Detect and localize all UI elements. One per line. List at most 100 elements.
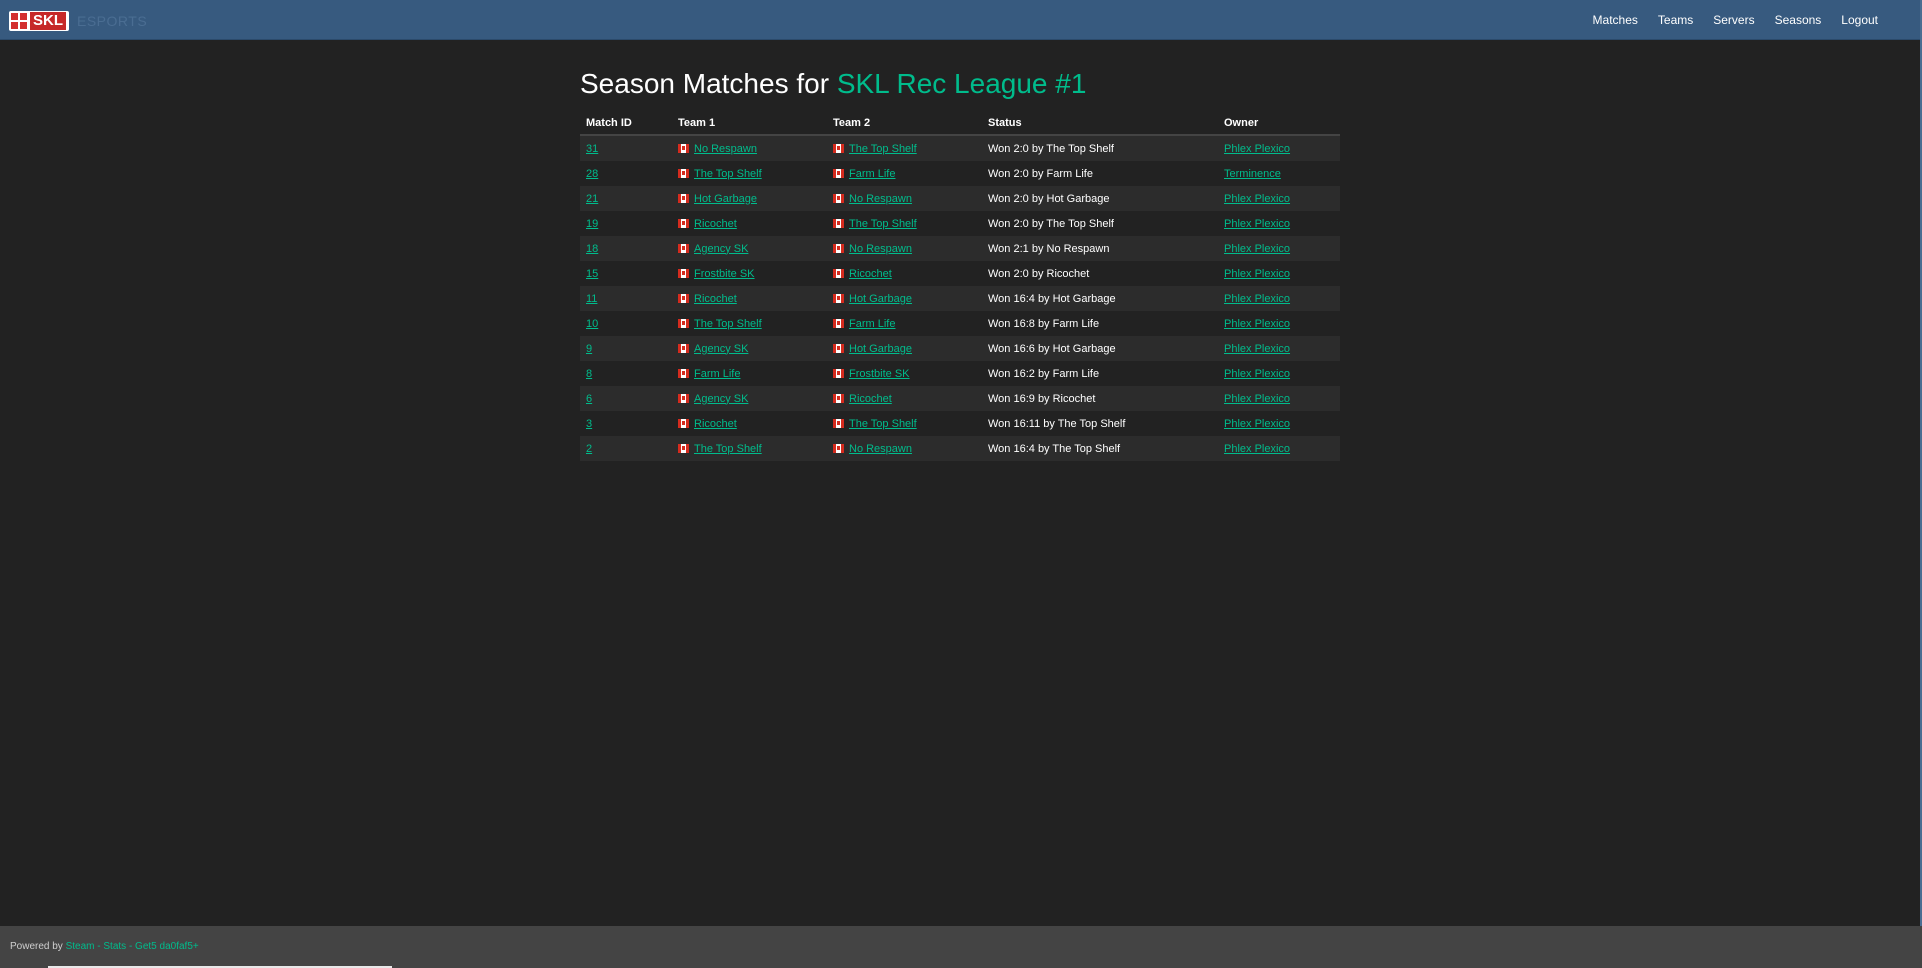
team1-cell: No Respawn [672,135,827,161]
team2-cell: Ricochet [827,261,982,286]
match-id-link[interactable]: 28 [586,168,598,180]
team1-link[interactable]: The Top Shelf [694,318,762,330]
team2-link[interactable]: The Top Shelf [849,218,917,230]
canada-flag-icon [833,343,844,353]
team2-cell: Frostbite SK [827,361,982,386]
table-row: 19 Ricochet The Top Shelf Won 2:0 by The To… [580,211,1340,236]
team2-link[interactable]: No Respawn [849,443,912,455]
nav-servers[interactable]: Servers [1703,0,1764,40]
header-status: Status [982,112,1218,136]
team2-cell: Ricochet [827,386,982,411]
team2-link[interactable]: The Top Shelf [849,418,917,430]
match-id-link[interactable]: 18 [586,243,598,255]
owner-link[interactable]: Terminence [1224,168,1281,180]
team2-link[interactable]: Hot Garbage [849,293,912,305]
team2-cell: The Top Shelf [827,411,982,436]
team2-link[interactable]: Hot Garbage [849,343,912,355]
canada-flag-icon [678,343,689,353]
page-title-prefix: Season Matches for [580,68,830,99]
match-id-cell: 3 [580,411,672,436]
owner-link[interactable]: Phlex Plexico [1224,143,1290,155]
team2-cell: Hot Garbage [827,336,982,361]
owner-link[interactable]: Phlex Plexico [1224,318,1290,330]
match-id-link[interactable]: 6 [586,393,592,405]
owner-link[interactable]: Phlex Plexico [1224,418,1290,430]
team1-link[interactable]: Agency SK [694,243,748,255]
owner-link[interactable]: Phlex Plexico [1224,343,1290,355]
owner-link[interactable]: Phlex Plexico [1224,393,1290,405]
team2-cell: The Top Shelf [827,135,982,161]
canada-flag-icon [678,193,689,203]
footer-link[interactable]: Steam - Stats - Get5 da0faf5+ [66,941,199,952]
team1-link[interactable]: The Top Shelf [694,443,762,455]
status-cell: Won 16:11 by The Top Shelf [982,411,1218,436]
team1-link[interactable]: Ricochet [694,293,737,305]
match-id-link[interactable]: 15 [586,268,598,280]
team1-link[interactable]: Frostbite SK [694,268,755,280]
match-id-link[interactable]: 8 [586,368,592,380]
match-id-link[interactable]: 21 [586,193,598,205]
owner-link[interactable]: Phlex Plexico [1224,368,1290,380]
team1-cell: Agency SK [672,336,827,361]
canada-flag-icon [678,318,689,328]
team2-link[interactable]: Frostbite SK [849,368,910,380]
canada-flag-icon [678,143,689,153]
match-id-link[interactable]: 3 [586,418,592,430]
match-id-link[interactable]: 9 [586,343,592,355]
team1-cell: Ricochet [672,211,827,236]
canada-flag-icon [678,168,689,178]
nav-teams[interactable]: Teams [1648,0,1703,40]
match-id-link[interactable]: 31 [586,143,598,155]
match-id-link[interactable]: 2 [586,443,592,455]
team2-link[interactable]: Ricochet [849,393,892,405]
table-row: 8 Farm Life Frostbite SK Won 16:2 by Farm L… [580,361,1340,386]
match-id-link[interactable]: 11 [586,293,597,305]
team2-cell: No Respawn [827,236,982,261]
match-id-link[interactable]: 19 [586,218,598,230]
team1-cell: The Top Shelf [672,436,827,461]
team1-link[interactable]: No Respawn [694,143,757,155]
owner-link[interactable]: Phlex Plexico [1224,443,1290,455]
table-row: 9 Agency SK Hot Garbage Won 16:6 by Hot Gar… [580,336,1340,361]
canada-flag-icon [833,243,844,253]
owner-link[interactable]: Phlex Plexico [1224,293,1290,305]
team2-cell: Hot Garbage [827,286,982,311]
match-id-cell: 31 [580,135,672,161]
footer-prefix: Powered by [10,941,63,952]
team1-link[interactable]: Hot Garbage [694,193,757,205]
team1-link[interactable]: Agency SK [694,343,748,355]
owner-link[interactable]: Phlex Plexico [1224,193,1290,205]
team2-link[interactable]: No Respawn [849,193,912,205]
match-id-cell: 10 [580,311,672,336]
header-team2: Team 2 [827,112,982,136]
team1-cell: Ricochet [672,411,827,436]
team2-link[interactable]: Farm Life [849,318,895,330]
status-cell: Won 16:4 by The Top Shelf [982,436,1218,461]
owner-link[interactable]: Phlex Plexico [1224,218,1290,230]
team1-cell: Farm Life [672,361,827,386]
match-id-cell: 15 [580,261,672,286]
team1-link[interactable]: Agency SK [694,393,748,405]
team2-link[interactable]: Farm Life [849,168,895,180]
owner-link[interactable]: Phlex Plexico [1224,268,1290,280]
canada-flag-icon [678,243,689,253]
brand-logo-link[interactable]: SKL ESPORTS [9,10,147,32]
nav-matches[interactable]: Matches [1583,0,1648,40]
season-name: SKL Rec League #1 [836,68,1087,99]
header-match-id: Match ID [580,112,672,136]
nav-logout[interactable]: Logout [1831,0,1888,40]
canada-flag-icon [833,443,844,453]
match-id-link[interactable]: 10 [586,318,598,330]
team1-link[interactable]: Ricochet [694,418,737,430]
canada-flag-icon [833,143,844,153]
team2-link[interactable]: The Top Shelf [849,143,917,155]
team2-link[interactable]: Ricochet [849,268,892,280]
team2-link[interactable]: No Respawn [849,243,912,255]
nav-seasons[interactable]: Seasons [1765,0,1832,40]
team1-link[interactable]: Ricochet [694,218,737,230]
owner-link[interactable]: Phlex Plexico [1224,243,1290,255]
team1-cell: The Top Shelf [672,311,827,336]
team1-link[interactable]: Farm Life [694,368,740,380]
team1-link[interactable]: The Top Shelf [694,168,762,180]
canada-flag-icon [678,418,689,428]
